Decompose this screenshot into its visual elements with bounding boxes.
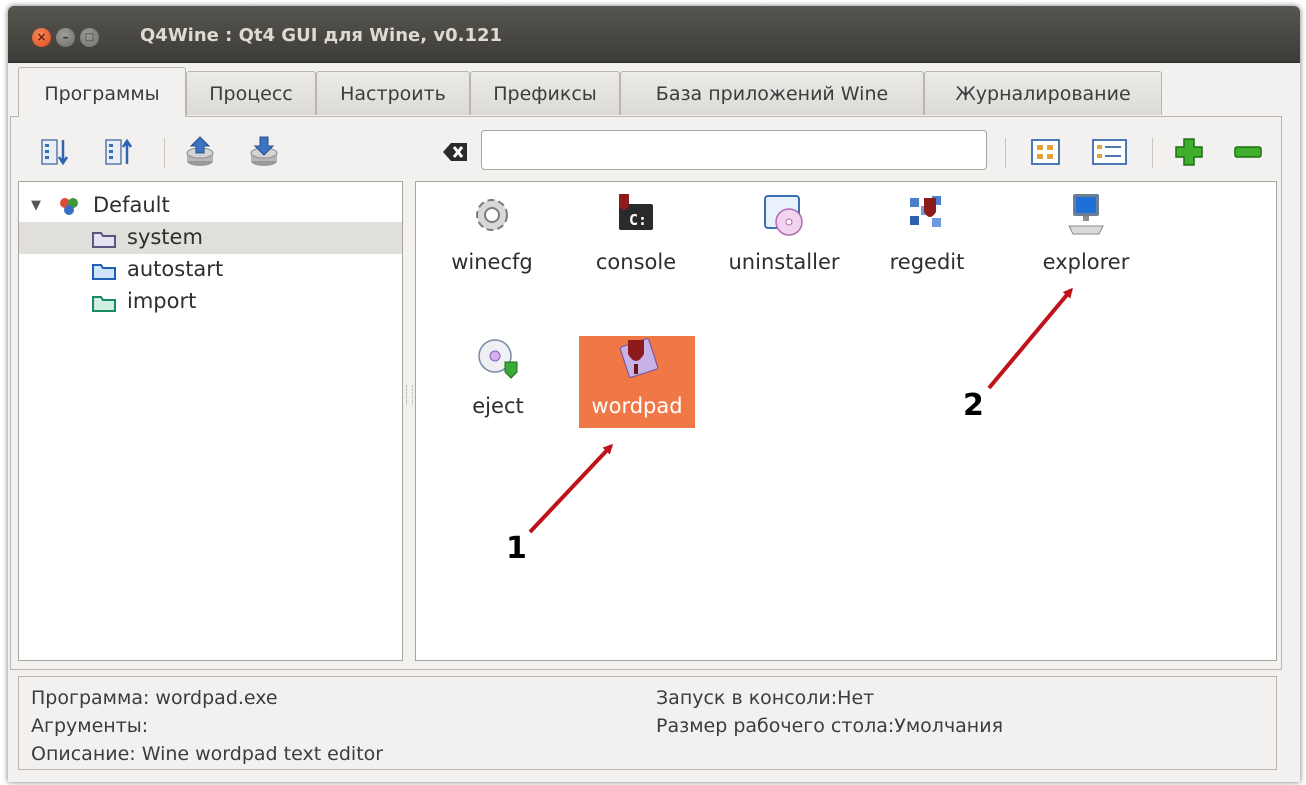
annotation-label-1: 1 — [506, 531, 527, 566]
annotation-arrows — [528, 287, 1073, 534]
tab-programs[interactable]: Программы — [18, 67, 186, 117]
annotation-label-2: 2 — [963, 388, 984, 423]
arrow-to-explorer — [987, 287, 1073, 390]
arrow-to-wordpad — [528, 443, 614, 534]
